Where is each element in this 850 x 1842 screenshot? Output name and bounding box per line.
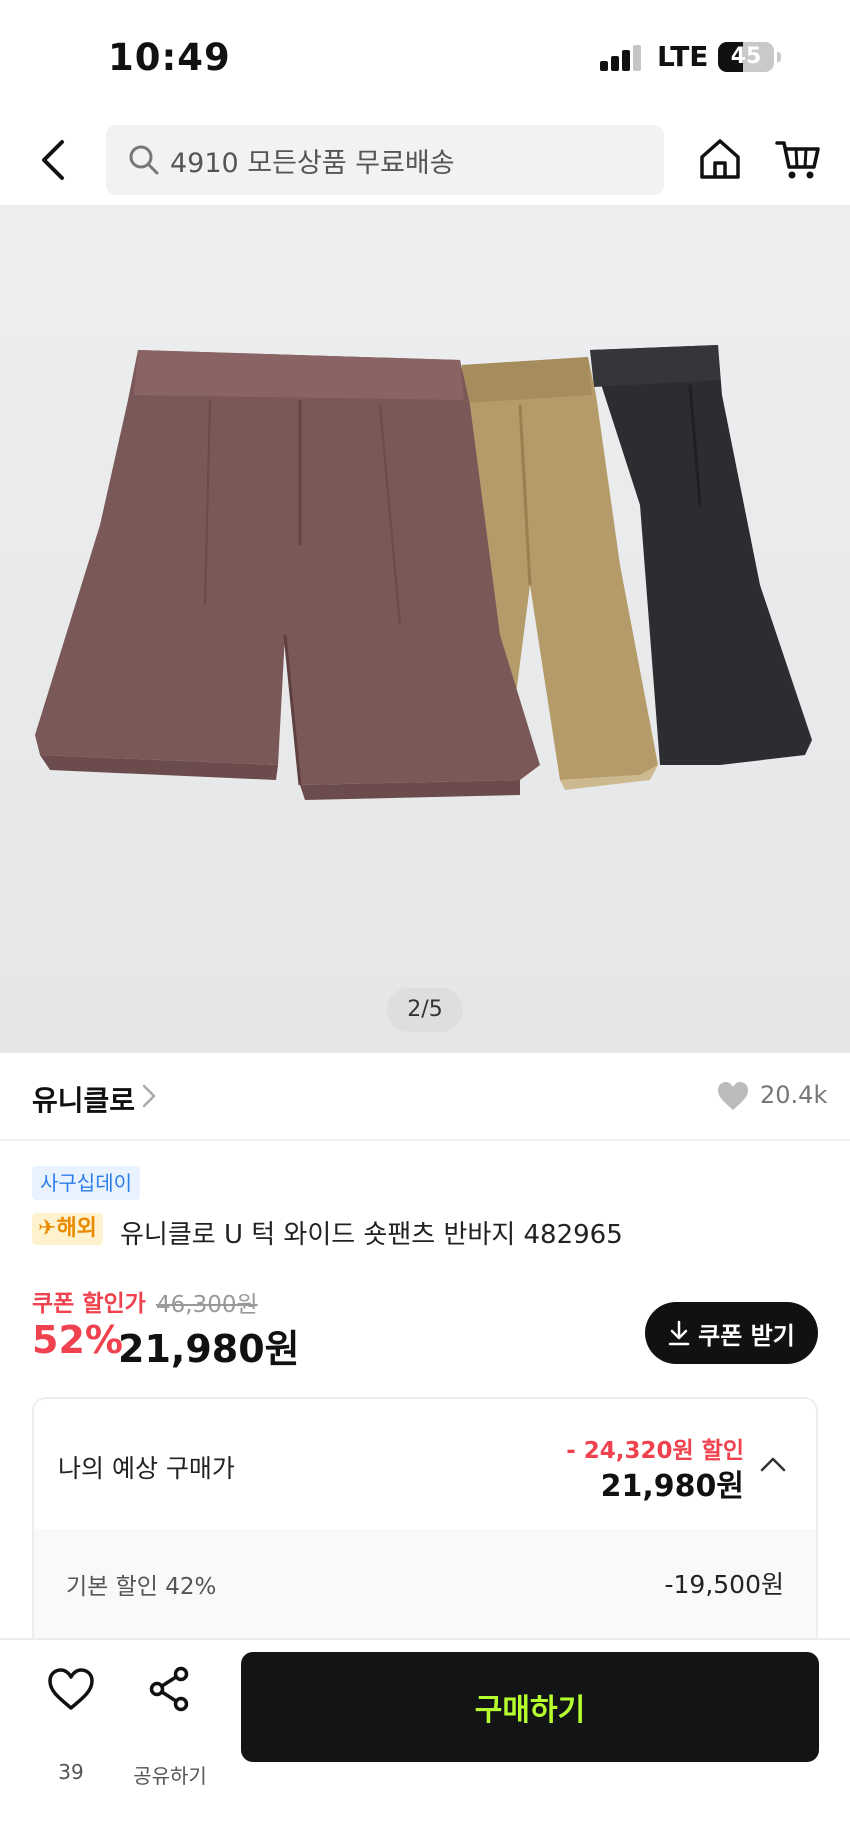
estimated-price-label: 나의 예상 구매가 (58, 1454, 235, 1483)
search-icon (129, 145, 159, 175)
product-title: 유니클로 U 턱 와이드 숏팬츠 반바지 482965 (120, 1220, 623, 1250)
chevron-right-icon[interactable] (140, 1082, 158, 1110)
sale-price: 21,980원 (118, 1327, 300, 1371)
get-coupon-button[interactable]: 쿠폰 받기 (645, 1302, 818, 1364)
cart-icon (775, 141, 820, 179)
bottom-action-bar: 39 공유하기 구매하기 (0, 1638, 850, 1842)
buy-button[interactable]: 구매하기 (241, 1652, 819, 1762)
overseas-tag-label: 해외 (56, 1216, 97, 1241)
plane-icon: ✈ (38, 1216, 57, 1241)
network-type: LTE (657, 40, 709, 73)
estimated-discount: - 24,320원 할인 (566, 1438, 744, 1464)
gallery-pager: 2/5 (387, 988, 463, 1032)
home-button[interactable] (696, 135, 744, 183)
battery-level: 45 (730, 44, 762, 69)
brand-link[interactable]: 유니클로 (32, 1079, 135, 1119)
cart-button[interactable] (774, 135, 822, 183)
heart-filled-icon[interactable] (716, 1080, 750, 1112)
shorts-mauve (35, 350, 540, 800)
battery-icon: 45 (718, 42, 774, 72)
original-price: 46,300원 (156, 1292, 258, 1318)
share-label: 공유하기 (133, 1764, 207, 1788)
heart-outline-icon (48, 1668, 94, 1710)
product-image-gallery[interactable]: 2/5 (0, 205, 850, 1053)
estimated-price: 21,980원 (600, 1469, 744, 1504)
share-icon (149, 1666, 189, 1712)
share-button[interactable]: 공유하기 (130, 1666, 210, 1788)
back-icon (42, 140, 64, 180)
status-time: 10:49 (108, 36, 231, 79)
product-photo (35, 345, 812, 800)
brand-like-count: 20.4k (760, 1081, 828, 1109)
download-icon (668, 1320, 690, 1346)
wishlist-button[interactable]: 39 (40, 1666, 102, 1784)
discount-rate: 52% (32, 1318, 123, 1362)
wishlist-count: 39 (58, 1760, 84, 1784)
battery-tip (777, 52, 781, 62)
search-placeholder: 4910 모든상품 무료배송 (170, 147, 455, 179)
chevron-up-icon[interactable] (758, 1453, 788, 1475)
overseas-tag: ✈해외 (32, 1213, 103, 1245)
signal-icon (600, 45, 641, 71)
home-icon (700, 139, 740, 179)
estimated-price-header[interactable]: 나의 예상 구매가 - 24,320원 할인 21,980원 (34, 1399, 816, 1529)
back-button[interactable] (30, 133, 74, 187)
coupon-price-label: 쿠폰 할인가 (32, 1291, 146, 1317)
search-input[interactable]: 4910 모든상품 무료배송 (106, 125, 664, 195)
get-coupon-label: 쿠폰 받기 (698, 1321, 795, 1350)
top-nav: 4910 모든상품 무료배송 (0, 115, 850, 205)
detail-row-label: 기본 할인 42% (66, 1574, 217, 1600)
brand-row: 유니클로 20.4k (0, 1053, 850, 1141)
detail-row-value: -19,500원 (664, 1570, 785, 1599)
status-bar: 10:49 LTE 45 (0, 0, 850, 115)
event-tag: 사구십데이 (32, 1166, 140, 1200)
